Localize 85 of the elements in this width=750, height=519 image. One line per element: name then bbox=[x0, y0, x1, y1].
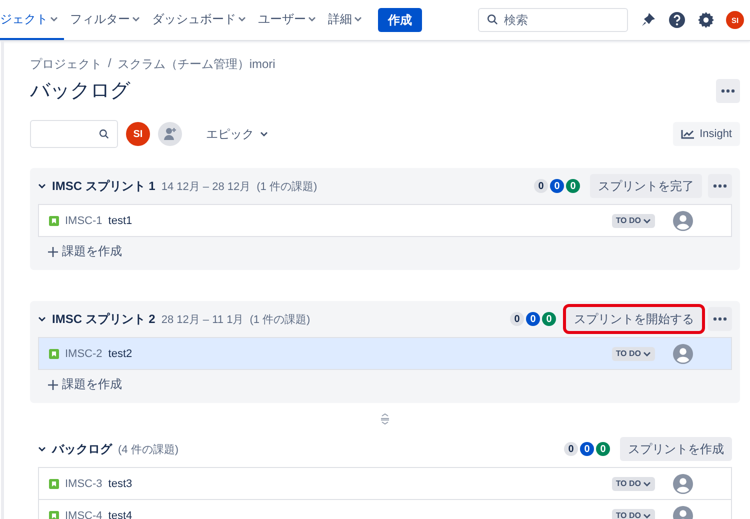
issue-row[interactable]: IMSC-2 test2 TO DO bbox=[39, 338, 731, 369]
chevron-down-icon bbox=[643, 350, 651, 358]
story-icon bbox=[49, 510, 59, 519]
issue-row[interactable]: IMSC-4 test4 TO DO bbox=[39, 499, 731, 519]
sprint-action-button[interactable]: スプリントを開始する bbox=[566, 307, 702, 331]
status-dropdown[interactable]: TO DO bbox=[612, 476, 655, 490]
unassigned-avatar-icon[interactable] bbox=[673, 344, 693, 364]
create-button[interactable]: 作成 bbox=[378, 8, 422, 32]
nav-menu-item[interactable]: ユーザー bbox=[252, 0, 322, 40]
estimate-badge: 0 bbox=[542, 312, 556, 326]
nav-menu-item[interactable]: ダッシュボード bbox=[146, 0, 252, 40]
more-button[interactable] bbox=[708, 307, 732, 331]
status-dropdown[interactable]: TO DO bbox=[612, 214, 655, 228]
chevron-down-icon bbox=[308, 15, 316, 23]
section-title[interactable]: バックログ bbox=[38, 440, 112, 458]
story-icon bbox=[49, 348, 59, 358]
issue-key[interactable]: IMSC-1 bbox=[65, 214, 102, 226]
status-dropdown[interactable]: TO DO bbox=[612, 508, 655, 519]
nav-menu-item[interactable]: ジェクト bbox=[0, 0, 64, 40]
issue-key[interactable]: IMSC-4 bbox=[65, 510, 102, 519]
story-icon bbox=[49, 216, 59, 226]
sprint-dates: 14 12月 – 28 12月 bbox=[161, 180, 251, 194]
sprint-dates: 28 12月 – 11 1月 bbox=[161, 312, 244, 326]
estimate-badge: 0 bbox=[566, 179, 580, 193]
story-icon bbox=[49, 478, 59, 488]
chevron-down-icon bbox=[260, 130, 268, 138]
estimate-badge: 0 bbox=[526, 312, 540, 326]
create-issue-button[interactable]: 課題を作成 bbox=[48, 243, 122, 260]
nav-menu-item[interactable]: 詳細 bbox=[322, 0, 368, 40]
section-title[interactable]: IMSC スプリント 2 bbox=[38, 310, 156, 328]
issue-summary: test3 bbox=[108, 478, 132, 490]
chevron-down-icon bbox=[238, 15, 246, 23]
create-issue-button[interactable]: 課題を作成 bbox=[48, 376, 122, 393]
estimate-badge: 0 bbox=[550, 179, 564, 193]
add-person-icon[interactable] bbox=[158, 122, 182, 146]
chevron-down-icon bbox=[38, 182, 46, 190]
issue-count: (1 件の課題) bbox=[250, 312, 310, 326]
page-title: バックログ bbox=[30, 79, 130, 104]
chevron-down-icon bbox=[132, 15, 140, 23]
chevron-down-icon bbox=[38, 315, 46, 323]
resize-handle-icon[interactable] bbox=[380, 413, 390, 425]
filter-search-field[interactable] bbox=[30, 120, 118, 148]
chevron-down-icon bbox=[643, 216, 651, 224]
plus-icon bbox=[48, 246, 58, 256]
sprint-action-button[interactable]: スプリントを作成 bbox=[620, 437, 732, 461]
plus-icon bbox=[48, 380, 58, 390]
status-dropdown[interactable]: TO DO bbox=[612, 346, 655, 360]
issue-key[interactable]: IMSC-3 bbox=[65, 478, 102, 490]
settings-icon[interactable] bbox=[698, 12, 714, 28]
more-button[interactable] bbox=[716, 78, 740, 102]
search-icon bbox=[99, 129, 109, 139]
estimate-badge: 0 bbox=[510, 312, 524, 326]
issue-count: (4 件の課題) bbox=[118, 442, 178, 456]
more-button[interactable] bbox=[708, 174, 732, 198]
issue-summary: test4 bbox=[108, 510, 132, 519]
sprint-action-button[interactable]: スプリントを完了 bbox=[590, 174, 702, 198]
breadcrumb-link[interactable]: スクラム（チーム管理）imori bbox=[117, 56, 276, 73]
chevron-down-icon bbox=[643, 480, 651, 488]
search-field[interactable]: 検索 bbox=[478, 8, 628, 32]
estimate-badge: 0 bbox=[580, 442, 594, 456]
more-icon bbox=[721, 88, 735, 92]
chevron-down-icon bbox=[38, 445, 46, 453]
unassigned-avatar-icon[interactable] bbox=[673, 474, 693, 494]
trend-chart-icon bbox=[680, 129, 695, 139]
issue-key[interactable]: IMSC-2 bbox=[65, 348, 102, 360]
help-icon[interactable] bbox=[668, 11, 686, 29]
chevron-down-icon bbox=[50, 15, 58, 23]
section-title[interactable]: IMSC スプリント 1 bbox=[38, 178, 156, 194]
estimate-badge: 0 bbox=[596, 442, 610, 456]
unassigned-avatar-icon[interactable] bbox=[673, 210, 693, 230]
estimate-badge: 0 bbox=[534, 179, 548, 193]
nav-menu-item[interactable]: フィルター bbox=[64, 0, 146, 40]
insight-button[interactable]: Insight bbox=[672, 122, 740, 146]
chevron-down-icon bbox=[354, 15, 362, 23]
breadcrumb-link[interactable]: プロジェクト bbox=[30, 56, 102, 73]
issue-summary: test1 bbox=[108, 214, 132, 226]
issue-count: (1 件の課題) bbox=[256, 180, 318, 194]
estimate-badge: 0 bbox=[564, 442, 578, 456]
issue-summary: test2 bbox=[108, 348, 132, 360]
epic-filter-dropdown[interactable]: エピック bbox=[200, 124, 274, 144]
user-avatar[interactable]: SI bbox=[126, 122, 150, 146]
breadcrumb-separator: / bbox=[108, 56, 112, 72]
more-icon bbox=[713, 317, 727, 321]
more-icon bbox=[713, 184, 727, 188]
chevron-down-icon bbox=[643, 512, 651, 519]
